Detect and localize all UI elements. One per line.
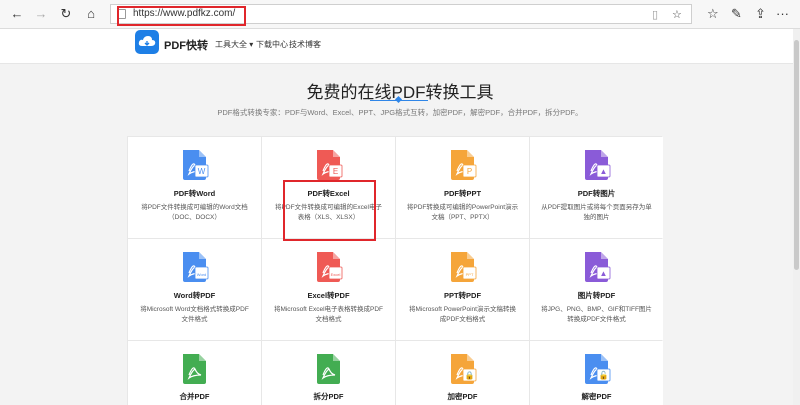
tool-description: 将JPG、PNG、BMP、GIF和TIFF图片转换成PDF文件格式 [541,306,652,323]
nav-tools[interactable]: 工具大全 ▾ [215,39,253,50]
svg-text:▲: ▲ [599,167,607,176]
document-icon: P [450,150,476,180]
document-icon: PPT [450,252,476,282]
svg-text:Excel: Excel [330,272,340,277]
reading-view-icon[interactable]: ▯ [652,8,658,21]
document-icon: W [182,150,208,180]
svg-text:E: E [332,167,337,176]
document-icon [316,354,340,384]
logo-icon[interactable] [135,30,159,54]
tool-card[interactable]: ▲ 图片转PDF 将JPG、PNG、BMP、GIF和TIFF图片转换成PDF文件格式 [530,239,663,340]
tool-card[interactable]: P PDF转PPT 将PDF转换成可编辑的PowerPoint演示文稿（PPT、PP… [396,137,529,238]
svg-text:🔓: 🔓 [598,370,608,380]
tool-card[interactable]: W PDF转Word 将PDF文件转换成可编辑的Word文档（DOC、DOCX） [128,137,261,238]
tool-card[interactable]: 🔓 解密PDF [530,341,663,405]
tool-name[interactable]: PDF转Word [128,188,261,199]
pen-icon[interactable]: ✎ [731,5,742,23]
document-icon: ▲ [584,150,610,180]
tool-name[interactable]: 拆分PDF [262,391,395,402]
tool-grid: W PDF转Word 将PDF文件转换成可编辑的Word文档（DOC、DOCX） E P… [127,136,663,405]
tool-description: 从PDF提取图片或将每个页面另存为单独的图片 [541,204,652,221]
tool-description: 将PDF文件转换成可编辑的Word文档（DOC、DOCX） [141,204,248,221]
home-icon[interactable]: ⌂ [82,5,100,23]
nav-download[interactable]: 下载中心 [256,39,288,50]
tool-name[interactable]: 图片转PDF [530,290,663,301]
favorite-star-icon[interactable]: ☆ [672,8,682,21]
document-icon: Excel [316,252,342,282]
favorites-icon[interactable]: ☆ [707,5,719,23]
pdf-excel-highlight-box [283,180,376,241]
tool-name[interactable]: Word转PDF [128,290,261,301]
tool-name[interactable]: Excel转PDF [262,290,395,301]
tool-name[interactable]: 解密PDF [530,391,663,402]
tool-description: 将Microsoft PowerPoint演示文稿转换成PDF文档格式 [409,306,516,323]
refresh-icon[interactable]: ↻ [57,5,75,23]
more-icon[interactable]: ··· [776,5,789,23]
tool-card[interactable]: ▲ PDF转图片从PDF提取图片或将每个页面另存为单独的图片 [530,137,663,238]
document-icon: 🔓 [584,354,610,384]
tool-name[interactable]: PDF转图片 [530,188,663,199]
tool-description: 将Microsoft Word文档格式转换成PDF文件格式 [140,306,249,323]
svg-text:P: P [466,167,471,176]
svg-text:Word: Word [196,272,205,277]
tool-name[interactable]: PDF转PPT [396,188,529,199]
url-highlight-box [117,6,246,26]
tool-card[interactable]: PPT PPT转PDF 将Microsoft PowerPoint演示文稿转换成PD… [396,239,529,340]
page-subtitle: PDF格式转换专家：PDF与Word、Excel、PPT、JPG格式互转，加密P… [217,108,583,117]
tool-card[interactable]: 合并PDF [128,341,261,405]
document-icon: Word [182,252,208,282]
svg-text:▲: ▲ [599,269,607,278]
forward-icon[interactable]: → [32,5,50,23]
document-icon: 🔒 [450,354,476,384]
document-icon: ▲ [584,252,610,282]
document-icon [182,354,206,384]
site-header [0,29,800,64]
tool-description: 将Microsoft Excel电子表格转换成PDF文档格式 [273,306,384,323]
tool-card[interactable]: Excel Excel转PDF 将Microsoft Excel电子表格转换成PDF… [262,239,395,340]
share-icon[interactable]: ⇪ [755,5,766,23]
tool-card[interactable]: 🔒 加密PDF [396,341,529,405]
scrollbar-thumb[interactable] [794,40,799,270]
document-icon: E [316,150,342,180]
svg-text:W: W [197,167,205,176]
tool-description: 将PDF转换成可编辑的PowerPoint演示文稿（PPT、PPTX） [406,204,519,221]
svg-text:PPT: PPT [465,272,473,277]
back-icon[interactable]: ← [8,5,26,23]
tool-name[interactable]: 加密PDF [396,391,529,402]
tool-card[interactable]: Word Word转PDF 将Microsoft Word文档格式转换成PDF文件格… [128,239,261,340]
tool-card[interactable]: 拆分PDF [262,341,395,405]
tool-name[interactable]: 合并PDF [128,391,261,402]
svg-text:🔒: 🔒 [464,371,474,380]
logo-text[interactable]: PDF快转 [164,37,208,53]
tool-name[interactable]: PPT转PDF [396,290,529,301]
nav-blog[interactable]: 技术博客 [289,39,321,50]
